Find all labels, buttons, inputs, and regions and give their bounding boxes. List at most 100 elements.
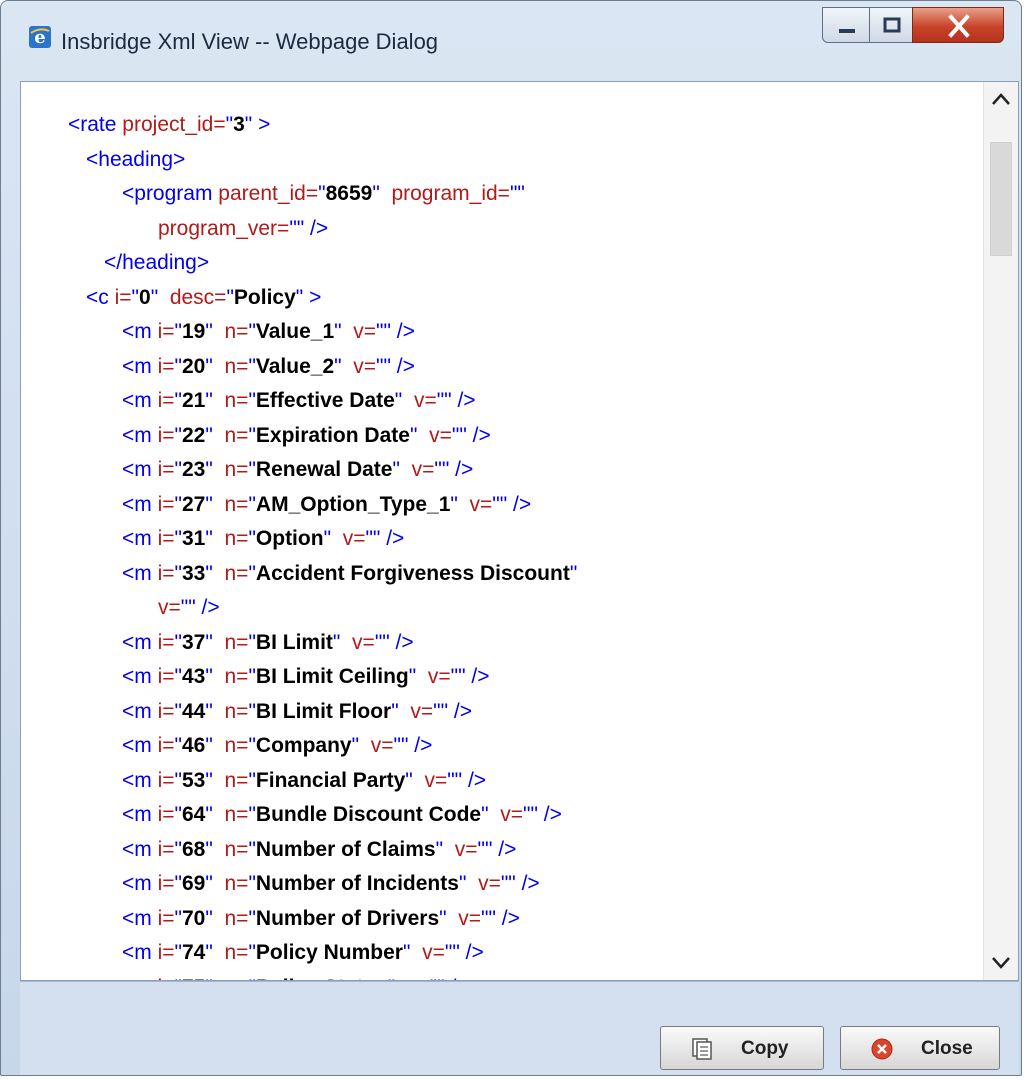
xml-val: 19 [182,320,206,343]
xml-tag: " [248,492,256,516]
xml-line: <m i="22" n="Expiration Date" v="" /> [68,419,577,454]
minimize-button[interactable] [822,7,870,43]
xml-val: 23 [182,458,206,481]
xml-tag [331,527,343,550]
xml-tag: <m [122,492,158,516]
xml-attr: n= [224,734,249,757]
xml-attr: n= [224,837,249,861]
xml-val: 53 [182,768,206,792]
xml-tag: " [323,527,332,550]
vertical-scrollbar[interactable] [983,82,1018,980]
xml-tag: "" /> [433,699,472,723]
xml-attr: n= [224,561,249,585]
xml-tag: <m [122,630,158,654]
xml-attr: i= [157,768,175,792]
xml-tag: " [205,734,225,757]
xml-tag: " [174,354,182,378]
xml-tag: " [248,354,256,378]
xml-line: </heading> [68,246,577,281]
xml-tag: " [205,389,225,412]
xml-tag: " [205,561,225,585]
xml-tag: " [205,527,225,550]
xml-val: 0 [139,285,151,309]
xml-tag: " [205,837,225,861]
maximize-button[interactable] [869,7,913,43]
xml-line: <c i="0" desc="Policy" > [68,281,577,316]
xml-attr: v= [352,630,375,654]
xml-attr: v= [353,320,377,343]
xml-val: Value_2 [255,354,335,378]
xml-val: Bundle Discount Code [255,803,482,826]
xml-tag [417,424,429,447]
xml-tag: " [205,423,225,447]
xml-tag: "" /> [500,872,540,895]
xml-tag: " [248,389,256,412]
xml-tag: " > [295,285,322,309]
xml-val: Policy [233,285,296,309]
xml-line: <m i="46" n="Company" v="" /> [68,729,577,764]
xml-tag: " [248,561,256,585]
xml-tag: <m [122,320,158,343]
xml-tag: " [225,113,234,136]
xml-tag [466,872,478,895]
xml-tag: "" /> [492,492,532,516]
xml-tag [400,458,412,481]
xml-tag: "" /> [289,216,329,240]
close-button[interactable]: Close [840,1026,1000,1070]
xml-tag: " [569,561,578,585]
xml-attr: v= [458,906,482,930]
xml-attr: i= [157,630,175,654]
xml-attr: n= [224,389,249,412]
window-close-button[interactable] [912,7,1004,43]
copy-button[interactable]: Copy [660,1026,824,1070]
xml-tag [410,941,422,964]
xml-tag: <m [122,665,158,688]
xml-tag: "" /> [436,389,476,412]
xml-line: <rate project_id="3" > [68,108,577,143]
scroll-down-button[interactable] [984,946,1018,980]
xml-line: <m i="27" n="AM_Option_Type_1" v="" /> [68,488,577,523]
xml-view-pane[interactable]: <rate project_id="3" > <heading> <program … [20,81,1019,981]
xml-tag: " [334,320,342,343]
xml-tag: " [174,803,182,826]
scroll-up-button[interactable] [984,82,1018,116]
xml-tag: <m [122,941,158,964]
xml-line: <m i="70" n="Number of Drivers" v="" /> [68,902,577,937]
xml-tag: " [205,320,225,343]
xml-tag: <m [122,872,158,895]
xml-val: 31 [182,527,206,550]
xml-tag: "" /> [447,768,487,792]
xml-attr: v= [424,768,448,792]
xml-attr: program_id= [391,182,510,205]
xml-attr: n= [224,492,249,516]
xml-val: 46 [182,734,206,757]
xml-tag: "" /> [522,803,562,826]
xml-val: 43 [182,665,206,688]
xml-line: <m i="33" n="Accident Forgiveness Discou… [68,557,577,592]
xml-line: <m i="69" n="Number of Incidents" v="" /… [68,867,577,902]
xml-line: <m i="19" n="Value_1" v="" /> [68,315,577,350]
xml-tag: <m [122,734,158,757]
xml-attr: v= [427,665,451,688]
xml-tag [447,907,459,930]
xml-attr: n= [224,906,249,930]
xml-val: BI Limit Ceiling [255,665,409,688]
xml-tag: " [248,803,256,826]
xml-attr: i= [157,458,175,481]
xml-attr: v= [410,699,434,723]
xml-attr: v= [413,389,437,412]
xml-val: 8659 [325,182,373,205]
xml-attr: i= [157,561,175,585]
xml-tag: " [174,458,182,481]
scroll-thumb[interactable] [990,142,1012,256]
title-bar[interactable]: e Insbridge Xml View -- Webpage Dialog [1,1,1021,81]
close-x-icon [948,14,970,38]
xml-tag [399,700,411,723]
xml-attr: n= [224,354,249,378]
xml-tag: " [248,872,256,895]
xml-tag: <m [122,699,158,723]
window-controls [822,7,1012,43]
xml-tag: "" /> [376,354,415,378]
xml-line: <m i="37" n="BI Limit" v="" /> [68,626,577,661]
xml-text: <rate project_id="3" > <heading> <program … [68,108,577,980]
